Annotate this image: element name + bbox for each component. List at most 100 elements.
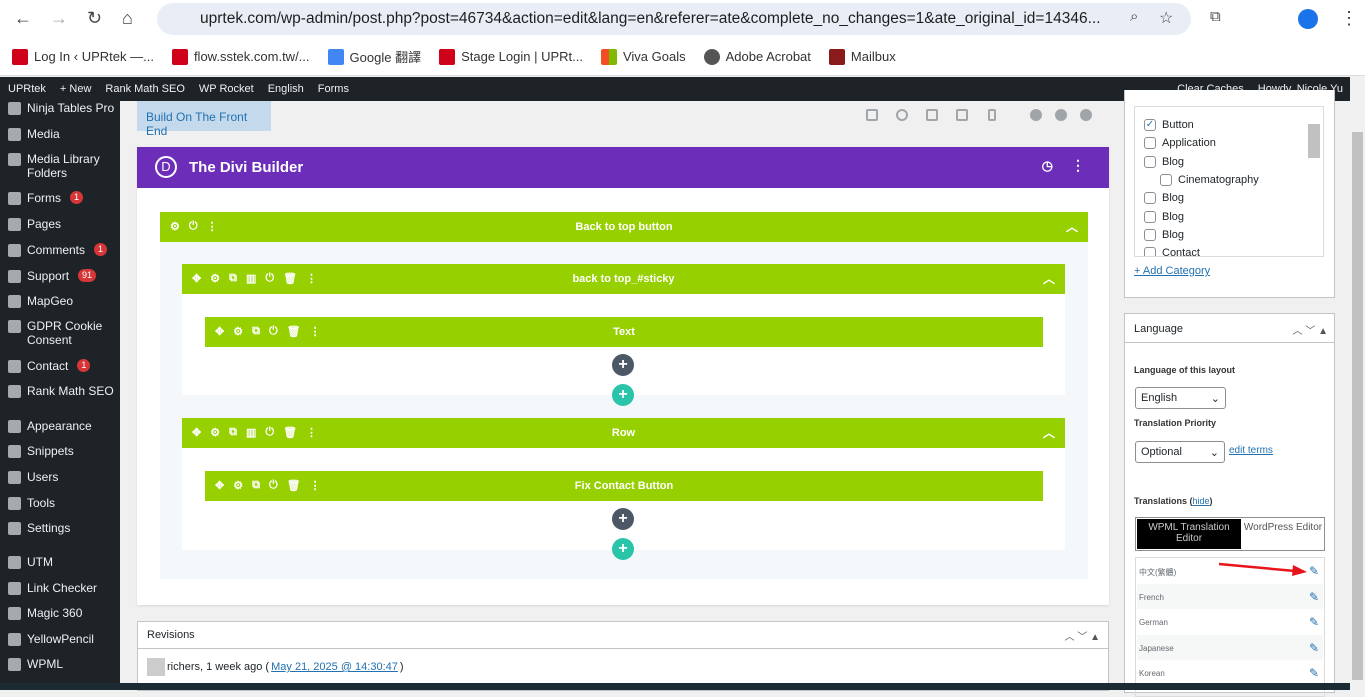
bookmark[interactable]: Log In ‹ UPRtek —... <box>12 48 154 65</box>
duplicate-icon[interactable]: ⧉ <box>252 325 260 338</box>
sidebar-item[interactable]: Media Library Folders <box>8 152 117 180</box>
sidebar-item[interactable]: WPML <box>8 657 63 671</box>
address-bar[interactable]: uprtek.com/wp-admin/post.php?post=46734&… <box>157 3 1191 35</box>
adminbar-forms[interactable]: Forms <box>318 83 349 95</box>
layers-icon[interactable] <box>1055 109 1067 121</box>
checkbox[interactable] <box>1144 137 1156 150</box>
checkbox[interactable] <box>1144 228 1156 241</box>
chevron-up-icon[interactable]: ︿ <box>1066 218 1078 235</box>
bookmark[interactable]: Mailbux <box>828 48 896 65</box>
bookmark[interactable]: Adobe Acrobat <box>703 48 811 65</box>
power-icon[interactable]: ⏻ <box>269 325 278 338</box>
duplicate-icon[interactable]: ⧉ <box>229 272 237 285</box>
category-scrollbar[interactable] <box>1308 124 1320 158</box>
sidebar-item[interactable]: Pages <box>8 217 61 231</box>
chevron-up-icon[interactable]: ︿ <box>1043 424 1055 441</box>
extensions-icon[interactable]: ⧉ <box>1210 8 1221 25</box>
sidebar-item[interactable]: UTM <box>8 555 53 569</box>
more-icon[interactable]: ⋮ <box>310 325 321 338</box>
sidebar-item[interactable]: Ninja Tables Pro <box>8 101 114 115</box>
category-list[interactable]: ✓ Button Application Blog Cinematography Blog… <box>1134 106 1324 257</box>
more-icon[interactable]: ⋮ <box>306 426 317 439</box>
duplicate-icon[interactable]: ⧉ <box>229 426 237 439</box>
pencil-icon[interactable]: ✎ <box>1309 641 1319 655</box>
star-icon[interactable]: ☆ <box>1159 8 1173 28</box>
row-bar[interactable]: ✥ ⚙ ⧉ ▥ ⏻ 🗑 ⋮ back to top_#sticky ︿ <box>182 264 1065 294</box>
sidebar-item[interactable]: Rank Math SEO <box>8 384 114 398</box>
category-checkbox[interactable]: ✓ Button <box>1144 119 1194 131</box>
category-checkbox[interactable]: Application <box>1144 137 1216 150</box>
sidebar-item[interactable]: Snippets <box>8 444 74 458</box>
search-icon[interactable] <box>1030 109 1042 121</box>
hide-link[interactable]: hide <box>1193 496 1210 506</box>
settings-icon[interactable]: ⚙ <box>233 325 243 338</box>
trash-icon[interactable]: 🗑 <box>287 325 301 338</box>
bookmark[interactable]: Google 翻譯 <box>327 47 421 66</box>
adminbar-wprocket[interactable]: WP Rocket <box>199 83 254 95</box>
trash-icon[interactable]: 🗑 <box>283 272 297 285</box>
category-checkbox[interactable]: Cinematography <box>1160 173 1259 186</box>
pencil-icon[interactable]: ✎ <box>1309 666 1319 680</box>
power-icon[interactable]: ⏻ <box>265 272 274 285</box>
checkbox[interactable] <box>1144 155 1156 168</box>
edit-terms-link[interactable]: edit terms <box>1229 445 1273 456</box>
scrollbar-thumb[interactable] <box>1352 132 1363 680</box>
chevron-up-icon[interactable]: ︿ <box>1043 270 1055 287</box>
move-icon[interactable]: ✥ <box>215 479 224 492</box>
move-icon[interactable]: ✥ <box>192 426 201 439</box>
adminbar-site[interactable]: UPRtek <box>8 83 46 95</box>
tab-wpml-editor[interactable]: WPML Translation Editor <box>1137 519 1241 549</box>
category-checkbox[interactable]: Contact <box>1144 247 1200 256</box>
settings-icon[interactable]: ⚙ <box>233 479 243 492</box>
sidebar-item[interactable]: Users <box>8 470 58 484</box>
sidebar-item[interactable]: Link Checker <box>8 581 97 595</box>
more-icon[interactable]: ⋮ <box>1071 157 1085 174</box>
module-bar[interactable]: ✥ ⚙ ⧉ ⏻ 🗑 ⋮ Fix Contact Button <box>205 471 1043 501</box>
pencil-icon[interactable]: ✎ <box>1309 564 1319 578</box>
sidebar-item[interactable]: Settings <box>8 521 70 535</box>
module-bar[interactable]: ✥ ⚙ ⧉ ⏻ 🗑 ⋮ Text <box>205 317 1043 347</box>
menu-icon[interactable]: ⋮ <box>1340 8 1358 29</box>
sidebar-item[interactable]: GDPR Cookie Consent <box>8 319 117 347</box>
trash-icon[interactable]: 🗑 <box>287 479 301 492</box>
tablet-icon[interactable] <box>956 109 968 121</box>
more-icon[interactable]: ⋮ <box>306 272 317 285</box>
power-icon[interactable]: ⏻ <box>269 479 278 492</box>
sidebar-item[interactable]: Appearance <box>8 419 92 433</box>
sidebar-item[interactable]: Support 91 <box>8 269 97 283</box>
home-icon[interactable]: ⌂ <box>122 8 133 29</box>
trash-icon[interactable]: 🗑 <box>283 426 297 439</box>
sidebar-item[interactable]: MapGeo <box>8 294 73 308</box>
sidebar-item[interactable]: Contact 1 <box>8 359 91 373</box>
category-checkbox[interactable]: Blog <box>1144 192 1184 205</box>
checkbox[interactable] <box>1160 173 1172 186</box>
bookmark[interactable]: flow.sstek.com.tw/... <box>171 48 310 65</box>
add-module-button[interactable]: + <box>612 354 634 376</box>
phone-icon[interactable] <box>988 109 996 121</box>
zoom-icon[interactable]: ⌕ <box>1130 8 1138 25</box>
reload-icon[interactable]: ↻ <box>87 8 102 29</box>
checkbox[interactable] <box>1144 247 1156 256</box>
sidebar-item[interactable]: Tools <box>8 496 55 510</box>
layout-language-select[interactable]: English ⌄ <box>1135 387 1226 409</box>
profile-avatar[interactable] <box>1298 9 1318 29</box>
sidebar-item[interactable]: Comments 1 <box>8 243 108 257</box>
power-icon[interactable]: ⏻ <box>189 220 198 233</box>
desktop-icon[interactable] <box>926 109 938 121</box>
settings-icon[interactable]: ⚙ <box>210 272 220 285</box>
adminbar-rankmath[interactable]: Rank Math SEO <box>105 83 184 95</box>
tab-wordpress-editor[interactable]: WordPress Editor <box>1242 518 1324 550</box>
move-icon[interactable]: ✥ <box>215 325 224 338</box>
adminbar-language[interactable]: English <box>268 83 304 95</box>
bookmark[interactable]: Stage Login | UPRt... <box>439 48 583 65</box>
sidebar-item[interactable]: Media <box>8 127 60 141</box>
history-icon[interactable]: ◷ <box>1042 158 1053 174</box>
box-controls[interactable]: ︿ ﹀ ▲ <box>1065 628 1100 643</box>
add-row-button[interactable]: + <box>612 538 634 560</box>
layout-icon[interactable] <box>866 109 878 121</box>
more-icon[interactable]: ⋮ <box>207 220 218 233</box>
build-front-end-button[interactable]: Build On The Front End <box>137 101 271 138</box>
checkbox[interactable]: ✓ <box>1144 119 1156 131</box>
pencil-icon[interactable]: ✎ <box>1309 615 1319 629</box>
bookmark[interactable]: Viva Goals <box>600 48 686 65</box>
